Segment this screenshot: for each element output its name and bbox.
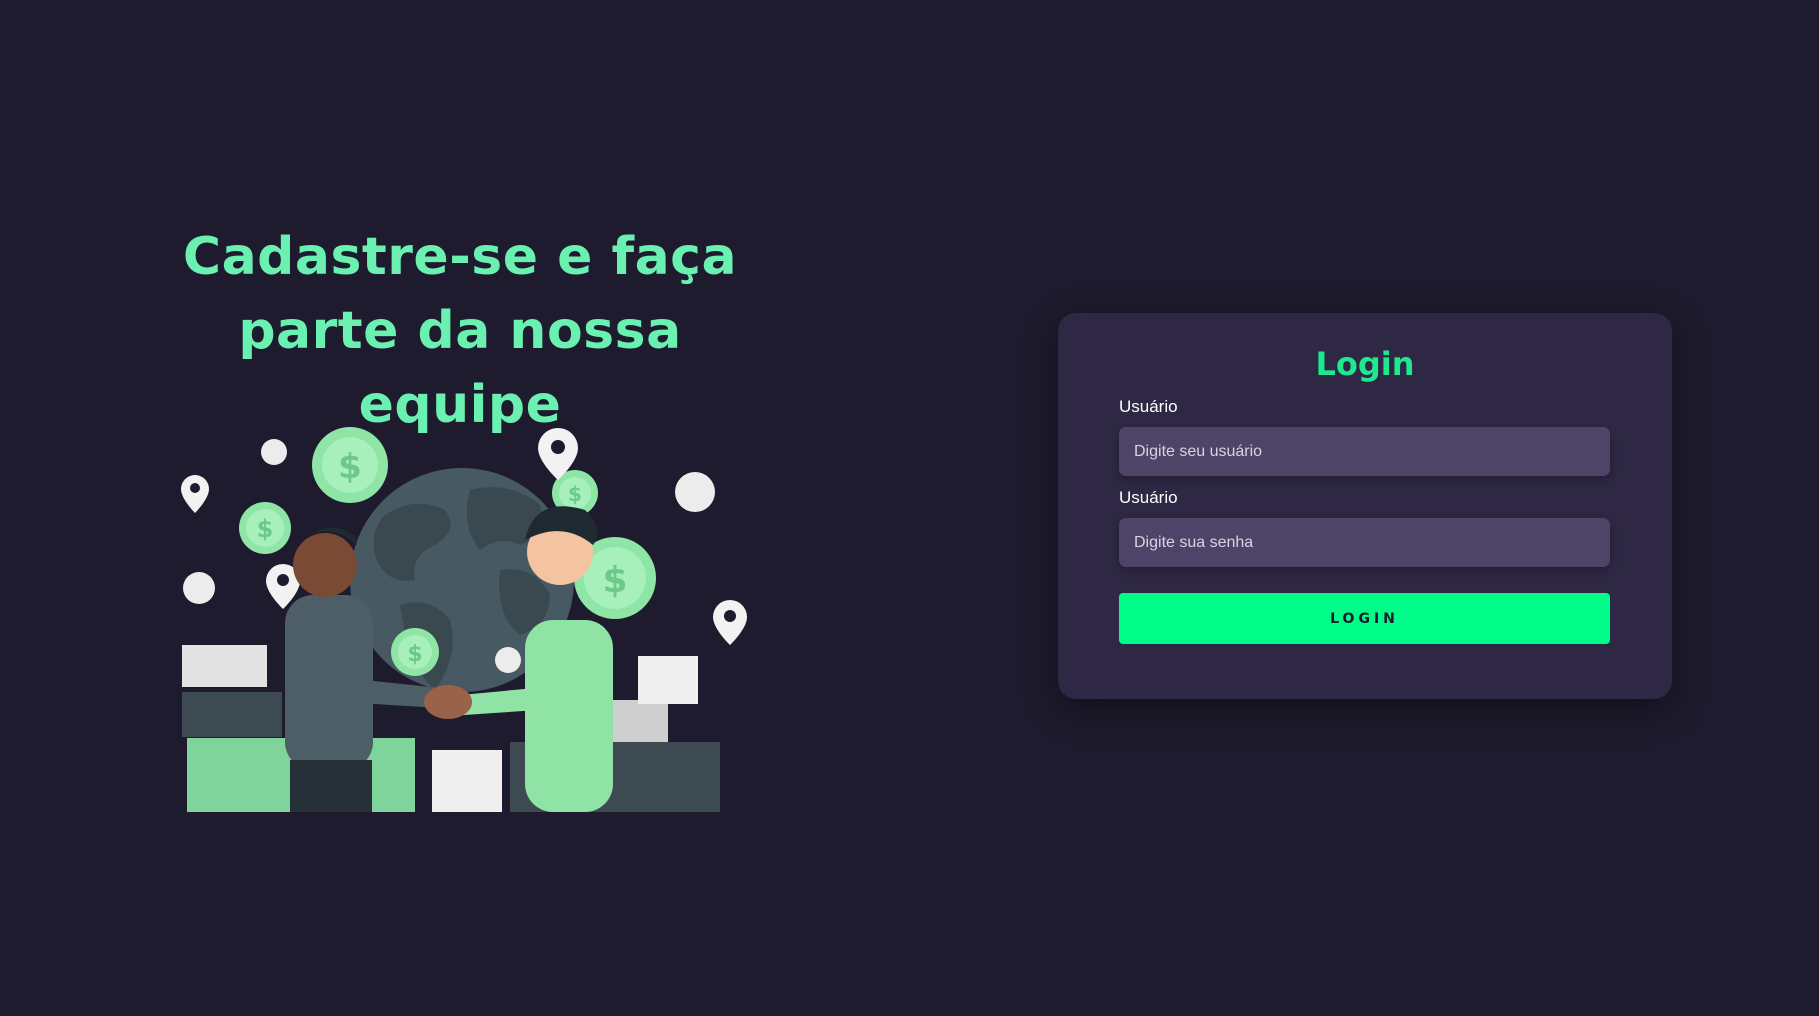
svg-text:$: $ <box>257 515 274 543</box>
svg-text:$: $ <box>338 447 362 487</box>
login-card: Login Usuário Usuário LOGIN <box>1058 313 1672 699</box>
map-pin-icon <box>713 600 747 645</box>
username-label: Usuário <box>1119 397 1178 416</box>
map-pin-icon <box>181 475 209 513</box>
coin-icon: $ <box>312 427 388 503</box>
username-input[interactable] <box>1119 427 1610 476</box>
coin-icon: $ <box>239 502 291 554</box>
svg-text:$: $ <box>407 642 422 667</box>
hero-title: Cadastre-se e faça parte da nossa equipe <box>130 220 790 442</box>
login-button[interactable]: LOGIN <box>1119 593 1610 644</box>
password-label: Usuário <box>1119 488 1178 507</box>
password-input[interactable] <box>1119 518 1610 567</box>
handshake-icon <box>424 685 472 719</box>
login-title: Login <box>1315 345 1415 383</box>
svg-text:$: $ <box>568 482 582 506</box>
svg-text:$: $ <box>602 560 627 601</box>
coin-icon: $ <box>391 628 439 676</box>
handshake-illustration: $ $ $ $ $ <box>181 427 747 812</box>
page: Cadastre-se e faça parte da nossa equipe… <box>0 0 1819 1016</box>
hero-title-line-1: Cadastre-se e faça <box>182 227 738 287</box>
